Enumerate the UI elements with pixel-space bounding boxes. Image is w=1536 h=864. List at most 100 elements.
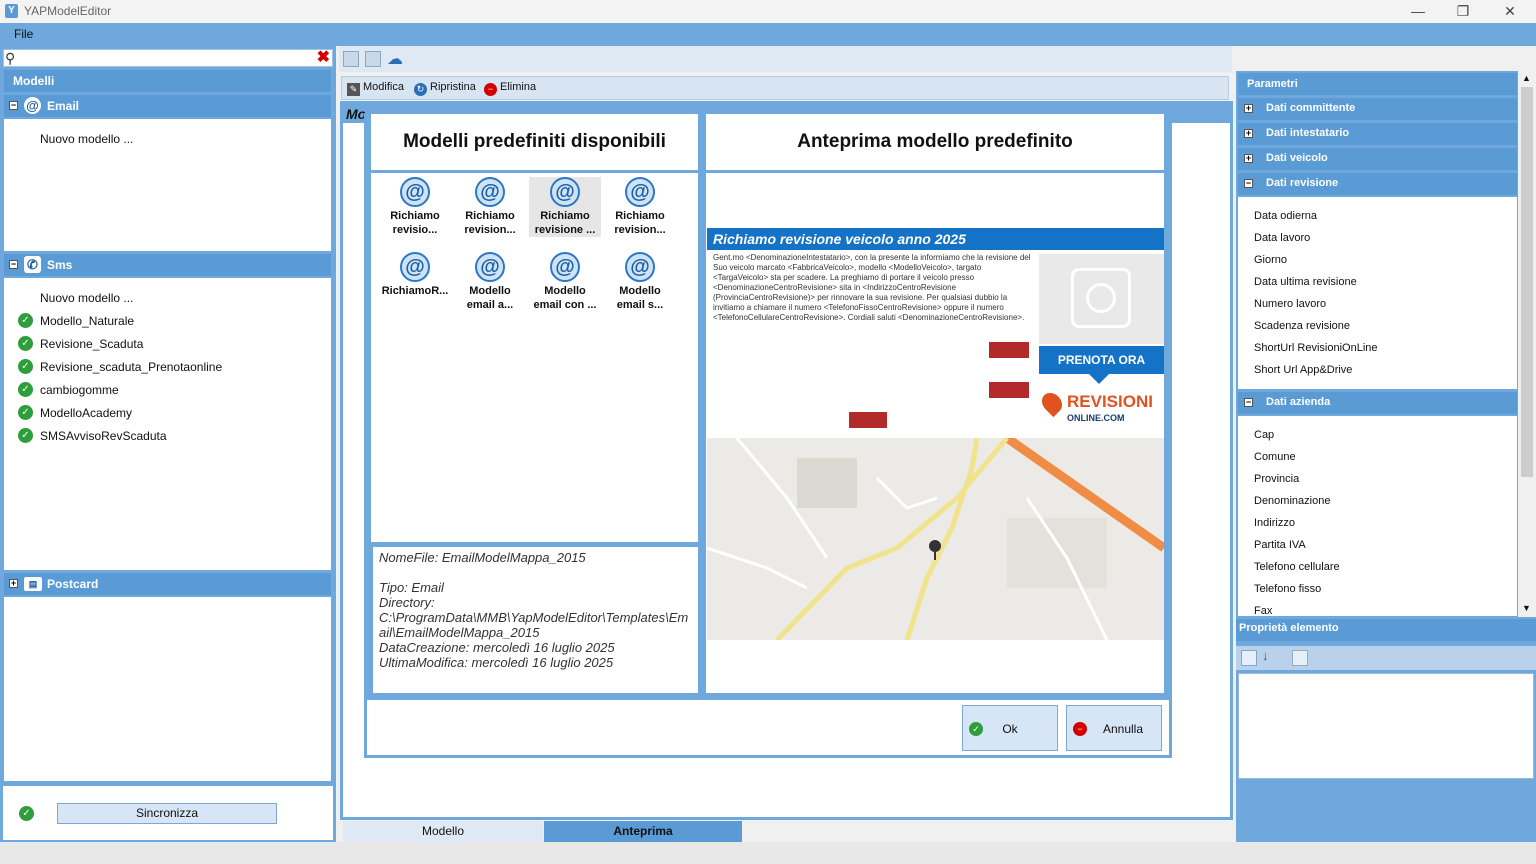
sync-button[interactable]: Sincronizza xyxy=(57,803,277,824)
menu-file[interactable]: File xyxy=(14,27,33,41)
cancel-button[interactable]: − Annulla xyxy=(1066,705,1162,751)
property-pages-icon[interactable] xyxy=(1292,650,1308,666)
expand-icon[interactable]: + xyxy=(1244,129,1253,138)
param-item[interactable]: Data odierna xyxy=(1254,210,1317,222)
param-item[interactable]: Short Url App&Drive xyxy=(1254,364,1352,376)
email-new-model[interactable]: Nuovo modello ... xyxy=(40,132,133,146)
models-header: Modelli xyxy=(4,70,331,92)
group-postcard-body xyxy=(4,597,331,781)
sms-model-item[interactable]: Revisione_scaduta_Prenotaonline xyxy=(40,360,222,374)
categorized-icon[interactable] xyxy=(1241,650,1257,666)
param-item[interactable]: Telefono fisso xyxy=(1254,583,1321,595)
sms-model-item[interactable]: SMSAvvisoRevScaduta xyxy=(40,429,167,443)
scroll-up-icon[interactable]: ▲ xyxy=(1522,73,1531,83)
param-item[interactable]: Partita IVA xyxy=(1254,539,1306,551)
param-item[interactable]: Telefono cellulare xyxy=(1254,561,1340,573)
map-image xyxy=(707,438,1164,640)
section-revisione[interactable]: − Dati revisione xyxy=(1238,173,1517,195)
group-postcard-header[interactable]: + ▤ Postcard xyxy=(4,573,331,595)
sort-alpha-icon[interactable]: ↓ xyxy=(1262,648,1269,663)
group-postcard-label: Postcard xyxy=(47,577,99,591)
sms-model-item[interactable]: cambiogomme xyxy=(40,383,119,397)
model-tile[interactable]: @ Modello email a... xyxy=(454,252,526,312)
info-directory-label: Directory: xyxy=(379,595,435,610)
ok-button[interactable]: ✓ Ok xyxy=(962,705,1058,751)
restore-button[interactable]: ❐ xyxy=(1440,0,1486,23)
search-input[interactable]: ⚲ ✖ xyxy=(3,49,333,67)
sms-model-item[interactable]: Modello_Naturale xyxy=(40,314,134,328)
main-toolbar: ☁ xyxy=(339,46,1232,72)
collapse-icon[interactable]: − xyxy=(1244,398,1253,407)
refresh-icon: ↻ xyxy=(414,83,427,96)
section-azienda-label: Dati azienda xyxy=(1266,396,1331,408)
window-title: YAPModelEditor xyxy=(24,4,112,18)
expand-icon[interactable]: + xyxy=(9,579,18,588)
model-tile[interactable]: @ Richiamo revision... xyxy=(604,177,676,237)
param-item[interactable]: Cap xyxy=(1254,429,1274,441)
sms-model-item[interactable]: Revisione_Scaduta xyxy=(40,337,143,351)
tab-modello[interactable]: Modello xyxy=(343,821,543,842)
email-preview: Richiamo revisione veicolo anno 2025 Gen… xyxy=(707,228,1164,640)
action-bar: ✎ Modifica ↻ Ripristina − Elimina xyxy=(341,76,1229,100)
size-tag xyxy=(849,412,887,428)
model-tile[interactable]: @ Richiamo revisio... xyxy=(379,177,451,237)
param-item[interactable]: Data lavoro xyxy=(1254,232,1310,244)
elimina-button[interactable]: − Elimina xyxy=(484,81,536,96)
size-tag xyxy=(989,382,1029,398)
sms-model-item[interactable]: ModelloAcademy xyxy=(40,406,132,420)
param-item[interactable]: Fax xyxy=(1254,605,1272,616)
ripristina-label: Ripristina xyxy=(430,81,476,93)
close-button[interactable]: ✕ xyxy=(1487,0,1533,23)
param-item[interactable]: Scadenza revisione xyxy=(1254,320,1350,332)
section-intestatario[interactable]: + Dati intestatario xyxy=(1238,123,1517,145)
group-email-header[interactable]: − @ Email xyxy=(4,95,331,117)
model-tile[interactable]: @ RichiamoR... xyxy=(379,252,451,298)
collapse-icon[interactable]: − xyxy=(9,260,18,269)
model-tile-selected[interactable]: @ Richiamo revisione ... xyxy=(529,177,601,237)
section-committente[interactable]: + Dati committente xyxy=(1238,98,1517,120)
ok-label: Ok xyxy=(1002,722,1018,736)
section-intestatario-label: Dati intestatario xyxy=(1266,127,1350,139)
section-revisione-label: Dati revisione xyxy=(1266,177,1339,189)
save-all-icon[interactable] xyxy=(365,51,381,67)
param-item[interactable]: Giorno xyxy=(1254,254,1287,266)
scroll-thumb[interactable] xyxy=(1521,87,1533,477)
model-tile[interactable]: @ Modello email s... xyxy=(604,252,676,312)
collapse-icon[interactable]: − xyxy=(9,101,18,110)
param-item[interactable]: Numero lavoro xyxy=(1254,298,1326,310)
tab-anteprima[interactable]: Anteprima xyxy=(544,821,742,842)
group-email-body: Nuovo modello ... xyxy=(4,119,331,251)
left-title-panel: Modelli predefiniti disponibili xyxy=(371,114,698,170)
sms-new-model[interactable]: Nuovo modello ... xyxy=(40,291,133,305)
save-icon[interactable] xyxy=(343,51,359,67)
section-azienda[interactable]: − Dati azienda xyxy=(1238,392,1517,414)
param-item[interactable]: ShortUrl RevisioniOnLine xyxy=(1254,342,1378,354)
params-scrollbar[interactable]: ▲ ▼ xyxy=(1518,71,1536,617)
model-tile[interactable]: @ Richiamo revision... xyxy=(454,177,526,237)
right-title-panel: Anteprima modello predefinito xyxy=(706,114,1164,170)
phone-icon: ✆ xyxy=(24,256,41,273)
clear-search-icon[interactable]: ✖ xyxy=(317,49,330,67)
expand-icon[interactable]: + xyxy=(1244,104,1253,113)
properties-grid xyxy=(1238,673,1534,779)
properties-header: Proprietà elemento xyxy=(1236,619,1536,641)
check-icon: ✓ xyxy=(18,336,33,351)
scroll-down-icon[interactable]: ▼ xyxy=(1522,603,1531,613)
expand-icon[interactable]: + xyxy=(1244,154,1253,163)
param-item[interactable]: Data ultima revisione xyxy=(1254,276,1357,288)
param-item[interactable]: Indirizzo xyxy=(1254,517,1295,529)
status-bar xyxy=(0,842,1536,864)
param-item[interactable]: Provincia xyxy=(1254,473,1299,485)
model-tile[interactable]: @ Modello email con ... xyxy=(529,252,601,312)
modifica-button[interactable]: ✎ Modifica xyxy=(347,81,404,96)
section-veicolo[interactable]: + Dati veicolo xyxy=(1238,148,1517,170)
group-sms-header[interactable]: − ✆ Sms xyxy=(4,254,331,276)
minimize-button[interactable]: — xyxy=(1395,0,1441,23)
section-veicolo-label: Dati veicolo xyxy=(1266,152,1328,164)
param-item[interactable]: Comune xyxy=(1254,451,1296,463)
cloud-upload-icon[interactable]: ☁ xyxy=(387,49,403,69)
delete-icon: − xyxy=(484,83,497,96)
param-item[interactable]: Denominazione xyxy=(1254,495,1330,507)
collapse-icon[interactable]: − xyxy=(1244,179,1253,188)
ripristina-button[interactable]: ↻ Ripristina xyxy=(414,81,476,96)
